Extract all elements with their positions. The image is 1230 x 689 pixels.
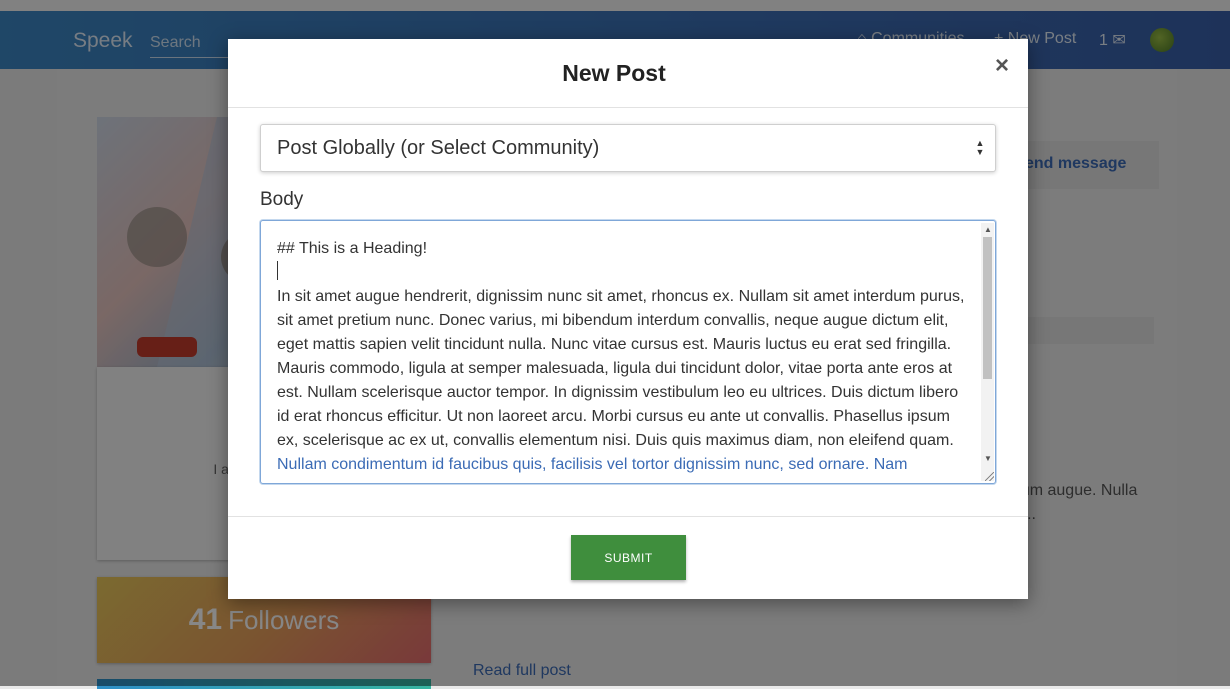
modal-header: New Post ×	[228, 39, 1028, 108]
modal-footer: SUBMIT	[228, 516, 1028, 600]
textarea-content: ## This is a Heading! In sit amet augue …	[277, 237, 971, 477]
close-icon[interactable]: ×	[995, 54, 1009, 78]
scroll-down-icon[interactable]: ▼	[984, 455, 992, 463]
modal-title: New Post	[562, 60, 666, 86]
scrollbar-thumb[interactable]	[983, 237, 992, 379]
body-label: Body	[260, 189, 304, 210]
textarea-scrollbar[interactable]: ▲ ▼	[981, 223, 994, 481]
submit-button[interactable]: SUBMIT	[571, 535, 686, 580]
resize-handle-icon[interactable]	[985, 472, 994, 481]
body-heading-line: ## This is a Heading!	[277, 240, 428, 257]
community-select[interactable]: Post Globally (or Select Community) ▲ ▼	[260, 124, 996, 172]
community-select-value: Post Globally (or Select Community)	[277, 137, 600, 159]
select-arrows-icon: ▲ ▼	[975, 138, 985, 157]
body-paragraph: In sit amet augue hendrerit, dignissim n…	[277, 288, 965, 449]
new-post-modal: New Post × Post Globally (or Select Comm…	[228, 39, 1028, 599]
text-caret	[277, 261, 971, 285]
scroll-up-icon[interactable]: ▲	[984, 226, 992, 234]
body-paragraph-2: Nullam condimentum id faucibus quis, fac…	[277, 456, 908, 473]
body-textarea[interactable]: ## This is a Heading! In sit amet augue …	[260, 220, 996, 484]
